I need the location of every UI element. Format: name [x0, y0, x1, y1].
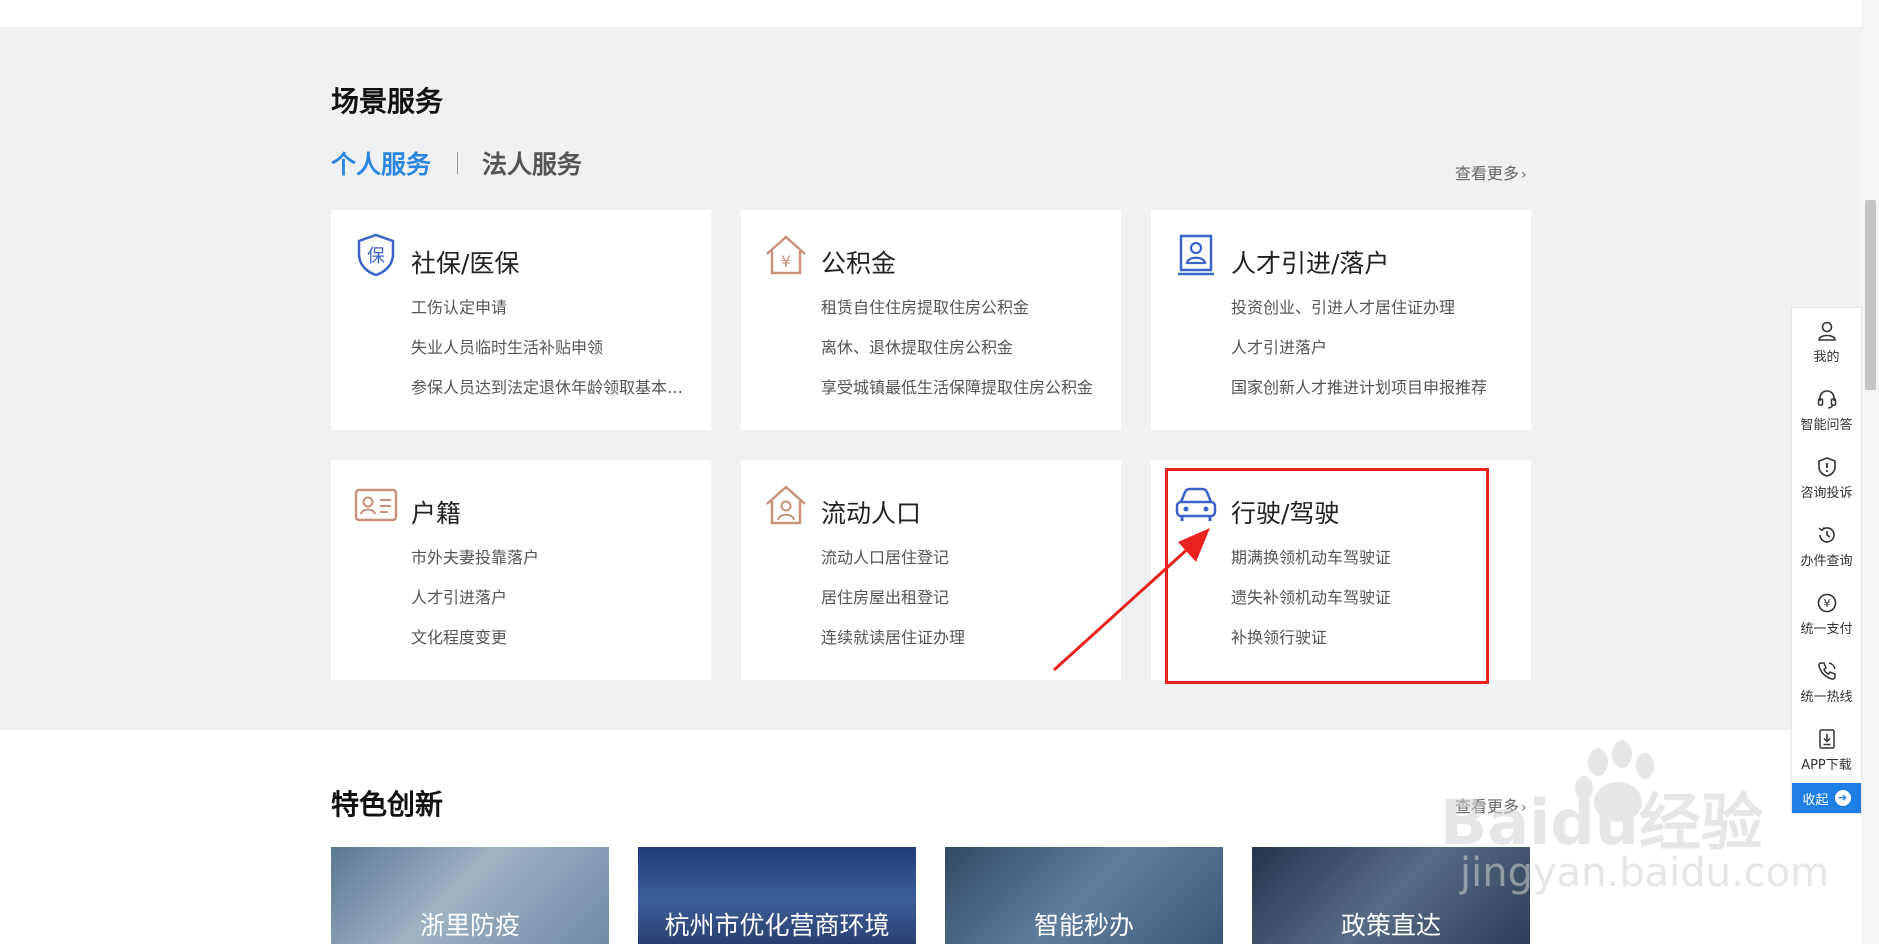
- feature-card-label: 浙里防疫: [419, 911, 520, 940]
- card-link[interactable]: 文化程度变更: [411, 628, 539, 668]
- scene-services-title: 场景服务: [331, 85, 444, 118]
- chevron-right-icon: ›: [1521, 167, 1527, 183]
- user-icon: [1817, 321, 1836, 341]
- sidebar-item-case-query[interactable]: 办件查询: [1792, 512, 1861, 580]
- sidebar-item-label: 统一支付: [1800, 621, 1853, 637]
- svg-text:¥: ¥: [1823, 597, 1830, 610]
- id-card-icon: [354, 488, 398, 522]
- sidebar-item-label: 我的: [1813, 349, 1840, 365]
- yuan-icon: ¥: [1817, 593, 1836, 612]
- card-title: 户籍: [411, 499, 462, 528]
- sidebar-item-mine[interactable]: 我的: [1792, 308, 1861, 376]
- scene-view-more-link[interactable]: 查看更多 ›: [1455, 160, 1527, 184]
- card-link[interactable]: 人才引进落户: [411, 588, 539, 628]
- top-strip: [0, 0, 1879, 27]
- card-link[interactable]: 租赁自住住房提取住房公积金: [821, 298, 1093, 338]
- card-link[interactable]: 流动人口居住登记: [821, 548, 965, 588]
- svg-text:保: 保: [367, 246, 385, 267]
- card-title: 流动人口: [821, 499, 922, 528]
- annotation-arrow-icon: [1052, 528, 1210, 672]
- scrollbar-thumb[interactable]: [1865, 200, 1876, 390]
- page-scrollbar[interactable]: [1862, 0, 1879, 944]
- scene-card-housing-fund[interactable]: ¥ 公积金 租赁自住住房提取住房公积金 离休、退休提取住房公积金 享受城镇最低生…: [741, 210, 1121, 430]
- sidebar-item-qa[interactable]: 智能问答: [1792, 376, 1861, 444]
- scene-card-talent-settlement[interactable]: 人才引进/落户 投资创业、引进人才居住证办理 人才引进落户 国家创新人才推进计划…: [1151, 210, 1531, 430]
- headset-icon: [1817, 389, 1836, 409]
- card-link[interactable]: 参保人员达到法定退休年龄领取基本…: [411, 378, 683, 418]
- card-link[interactable]: 国家创新人才推进计划项目申报推荐: [1231, 378, 1487, 418]
- card-link[interactable]: 居住房屋出租登记: [821, 588, 965, 628]
- watermark-line1: Baidu经验: [1440, 786, 1763, 859]
- baidu-jingyan-watermark: Baidu经验 jingyan.baidu.com: [1440, 740, 1860, 900]
- house-yuan-icon: ¥: [766, 235, 806, 275]
- card-link[interactable]: 离休、退休提取住房公积金: [821, 338, 1093, 378]
- card-title: 人才引进/落户: [1231, 249, 1390, 278]
- history-icon: [1818, 526, 1835, 543]
- card-link[interactable]: 人才引进落户: [1231, 338, 1487, 378]
- card-title: 公积金: [821, 249, 897, 278]
- sidebar-item-payment[interactable]: ¥ 统一支付: [1792, 580, 1861, 648]
- feature-card-label: 智能秒办: [1033, 911, 1134, 940]
- shield-icon: 保: [357, 233, 395, 277]
- feature-card-business-environment[interactable]: 杭州市优化营商环境: [638, 847, 916, 944]
- house-person-icon: [766, 485, 806, 525]
- feature-card-epidemic[interactable]: 浙里防疫: [331, 847, 609, 944]
- card-link[interactable]: 享受城镇最低生活保障提取住房公积金: [821, 378, 1093, 418]
- watermark-line2: jingyan.baidu.com: [1460, 850, 1830, 896]
- sidebar-item-label: 统一热线: [1800, 689, 1853, 705]
- feature-title: 特色创新: [331, 788, 444, 821]
- sidebar-item-complaint[interactable]: 咨询投诉: [1792, 444, 1861, 512]
- tab-corporate-services[interactable]: 法人服务: [482, 145, 582, 181]
- svg-text:¥: ¥: [781, 252, 791, 271]
- card-link[interactable]: 失业人员临时生活补贴申领: [411, 338, 683, 378]
- tab-divider: [457, 152, 459, 174]
- feature-card-smart-instant[interactable]: 智能秒办: [945, 847, 1223, 944]
- scene-card-social-insurance[interactable]: 保 社保/医保 工伤认定申请 失业人员临时生活补贴申领 参保人员达到法定退休年龄…: [331, 210, 711, 430]
- sidebar-item-label: 咨询投诉: [1800, 485, 1853, 501]
- feature-card-label: 杭州市优化营商环境: [664, 911, 890, 940]
- card-link[interactable]: 连续就读居住证办理: [821, 628, 965, 668]
- card-title: 社保/医保: [411, 249, 520, 278]
- alert-shield-icon: [1817, 456, 1836, 477]
- card-link[interactable]: 工伤认定申请: [411, 298, 683, 338]
- floating-sidebar: 我的 智能问答 咨询投诉 办件查询 ¥ 统一支付 统一热线 APP下载 收起 ➜: [1791, 307, 1862, 814]
- sidebar-item-label: 办件查询: [1800, 553, 1853, 569]
- id-badge-icon: [1178, 234, 1214, 276]
- sidebar-item-hotline[interactable]: 统一热线: [1792, 648, 1861, 716]
- feature-card-label: 政策直达: [1340, 911, 1441, 940]
- sidebar-item-label: 智能问答: [1800, 417, 1853, 433]
- scene-card-household-registration[interactable]: 户籍 市外夫妻投靠落户 人才引进落户 文化程度变更: [331, 460, 711, 680]
- tab-personal-services[interactable]: 个人服务: [331, 145, 431, 181]
- view-more-label: 查看更多: [1455, 164, 1520, 183]
- card-link[interactable]: 投资创业、引进人才居住证办理: [1231, 298, 1487, 338]
- phone-icon: [1817, 661, 1836, 680]
- card-link[interactable]: 市外夫妻投靠落户: [411, 548, 539, 588]
- service-tabs: 个人服务 法人服务: [331, 145, 582, 181]
